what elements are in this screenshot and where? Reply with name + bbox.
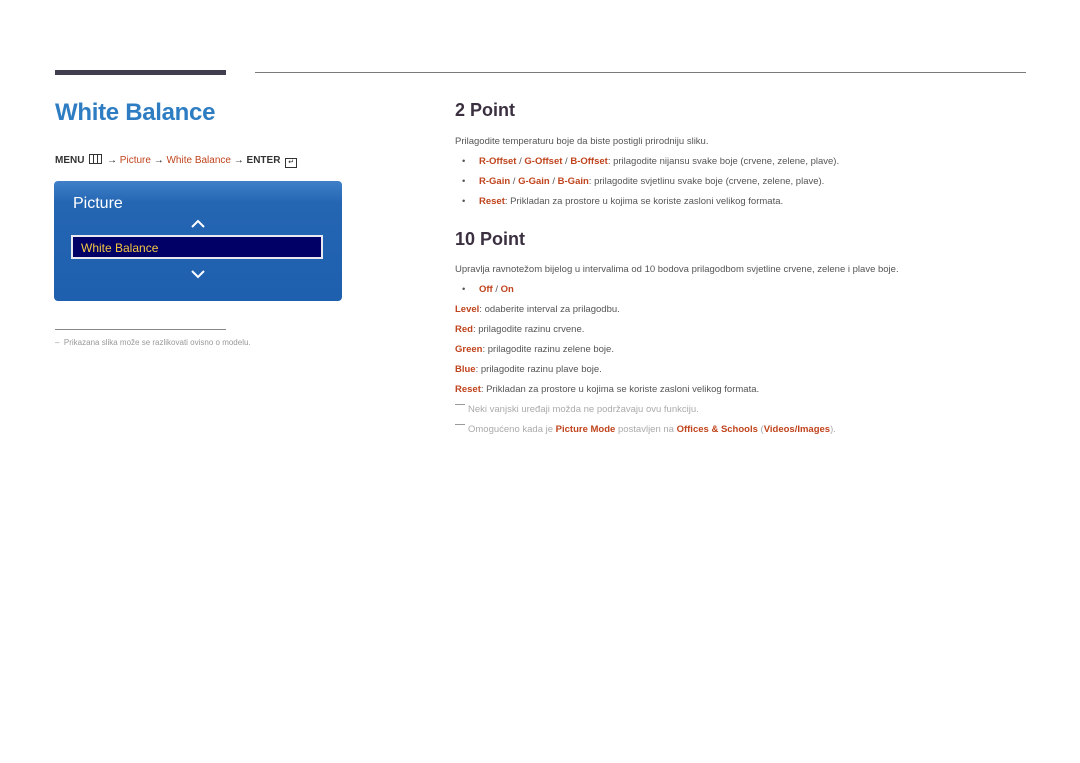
separator: /: [492, 284, 501, 295]
bullet-dot: •: [462, 284, 466, 295]
footnote-dash: –: [55, 338, 64, 347]
item-text: : prilagodite razinu plave boje.: [475, 364, 602, 375]
term-green: Green: [455, 344, 483, 355]
bullet-text: : prilagodite svjetlinu svake boje (crve…: [588, 176, 825, 187]
path-arrow: →: [107, 155, 118, 166]
term-reset: Reset: [479, 196, 505, 207]
term-r-gain: R-Gain: [479, 176, 511, 187]
path-white-balance: White Balance: [166, 155, 231, 166]
path-arrow: →: [233, 155, 244, 166]
header-rule-thin: [255, 72, 1026, 73]
note-picture-mode: Omogućeno kada je Picture Mode postavlje…: [455, 424, 836, 435]
chevron-up-icon[interactable]: [190, 217, 206, 231]
footnote: – Prikazana slika može se razlikovati ov…: [55, 338, 251, 347]
term-offices-schools: Offices & Schools: [676, 424, 758, 435]
term-red: Red: [455, 324, 473, 335]
osd-title: Picture: [73, 195, 123, 212]
note-text: Omogućeno kada je: [468, 424, 556, 435]
bullet-text: : Prikladan za prostore u kojima se kori…: [504, 196, 784, 207]
term-picture-mode: Picture Mode: [555, 424, 616, 435]
enter-label: ENTER: [246, 155, 281, 166]
term-blue: Blue: [455, 364, 476, 375]
term-videos-images: Videos/Images: [763, 424, 831, 435]
option-on: On: [500, 284, 514, 295]
item-text: : Prikladan za prostore u kojima se kori…: [480, 384, 760, 395]
item-red: Red: prilagodite razinu crvene.: [455, 324, 584, 335]
item-level: Level: odaberite interval za prilagodbu.: [455, 304, 620, 315]
term-b-offset: B-Offset: [570, 156, 608, 167]
item-text: : odaberite interval za prilagodbu.: [479, 304, 620, 315]
enter-icon: ↵: [285, 158, 298, 168]
item-blue: Blue: prilagodite razinu plave boje.: [455, 364, 602, 375]
term-level: Level: [455, 304, 480, 315]
note-text: postavljen na: [615, 424, 677, 435]
two-point-intro: Prilagodite temperaturu boje da biste po…: [455, 136, 709, 147]
ten-point-intro: Upravlja ravnotežom bijelog u intervalim…: [455, 264, 899, 275]
term-reset: Reset: [455, 384, 481, 395]
bullet-text: : prilagodite nijansu svake boje (crvene…: [607, 156, 840, 167]
menu-grid-icon: [89, 154, 103, 164]
path-arrow: →: [153, 155, 164, 166]
heading-2-point: 2 Point: [455, 100, 516, 120]
bullet-offset: • R-Offset / G-Offset / B-Offset: prilago…: [462, 156, 840, 167]
bullet-dot: •: [462, 156, 466, 167]
path-picture: Picture: [119, 155, 151, 166]
menu-path: MENU → Picture → White Balance → ENTER ↵: [55, 154, 298, 168]
osd-item-label: White Balance: [81, 241, 159, 255]
note-dash: [455, 424, 465, 425]
bullet-gain: • R-Gain / G-Gain / B-Gain: prilagodite s…: [462, 176, 825, 187]
menu-label: MENU: [55, 155, 85, 166]
term-b-gain: B-Gain: [557, 176, 589, 187]
note-text: Neki vanjski uređaji možda ne podržavaju…: [468, 404, 699, 415]
osd-selected-item[interactable]: White Balance: [71, 235, 323, 259]
heading-10-point: 10 Point: [455, 229, 526, 249]
note-text: ).: [830, 424, 836, 435]
page-title: White Balance: [55, 99, 216, 126]
chevron-down-icon[interactable]: [190, 267, 206, 281]
item-green: Green: prilagodite razinu zelene boje.: [455, 344, 614, 355]
bullet-dot: •: [462, 176, 466, 187]
item-text: : prilagodite razinu zelene boje.: [482, 344, 614, 355]
option-off: Off: [479, 284, 493, 295]
term-r-offset: R-Offset: [479, 156, 517, 167]
header-rule-thick: [55, 70, 226, 75]
osd-menu-panel: Picture White Balance: [54, 181, 342, 301]
footnote-text: Prikazana slika može se razlikovati ovis…: [63, 338, 251, 347]
item-reset: Reset: Prikladan za prostore u kojima se…: [455, 384, 759, 395]
item-text: : prilagodite razinu crvene.: [472, 324, 585, 335]
bullet-reset: • Reset: Prikladan za prostore u kojima s…: [462, 196, 783, 207]
bullet-dot: •: [462, 196, 466, 207]
bullet-off-on: • Off / On: [462, 284, 514, 295]
note-dash: [455, 404, 465, 405]
term-g-offset: G-Offset: [524, 156, 563, 167]
footnote-rule: [55, 329, 226, 330]
note-external-devices: Neki vanjski uređaji možda ne podržavaju…: [455, 404, 699, 415]
term-g-gain: G-Gain: [518, 176, 550, 187]
